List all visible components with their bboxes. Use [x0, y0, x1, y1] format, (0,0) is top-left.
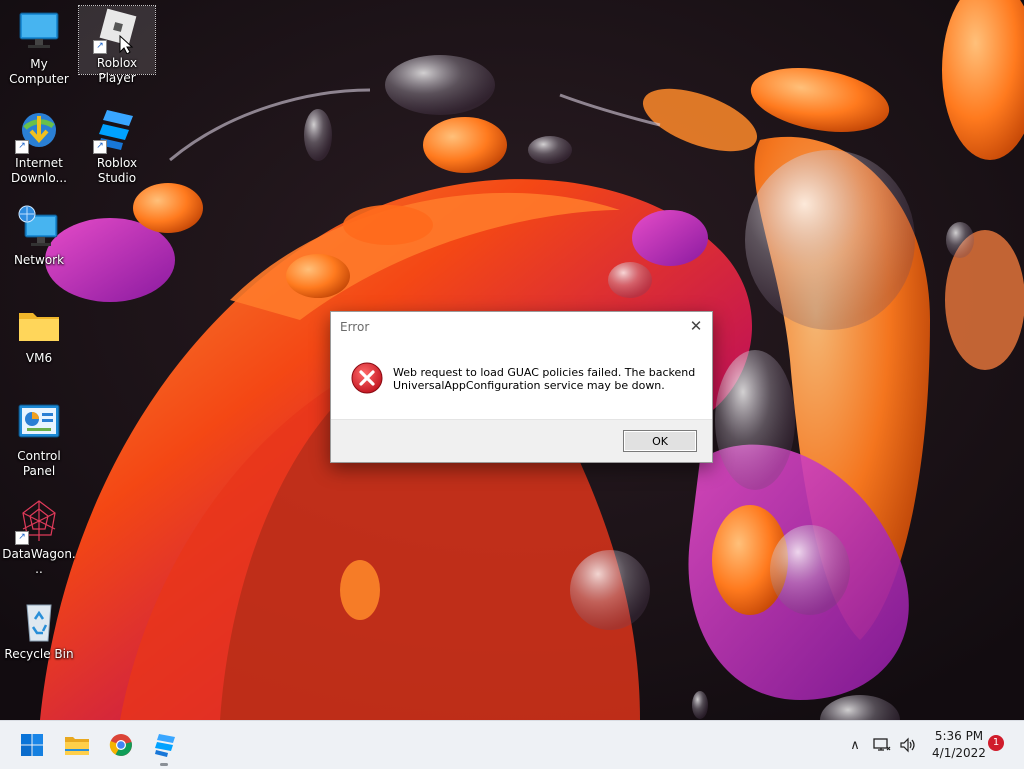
- network-tray-button[interactable]: [871, 721, 893, 769]
- dialog-title: Error: [340, 320, 370, 334]
- network-status-icon: [873, 738, 891, 751]
- desktop-icon-label: Internet Downlo...: [11, 156, 67, 185]
- dialog-message: Web request to load GUAC policies failed…: [393, 366, 696, 392]
- volume-icon: [900, 737, 915, 753]
- dialog-titlebar[interactable]: Error ✕: [331, 312, 712, 342]
- shortcut-arrow-icon: ↗: [15, 140, 29, 154]
- desktop-icon-datawagon[interactable]: ↗ DataWagon...: [1, 497, 77, 577]
- file-explorer-button[interactable]: [59, 727, 95, 763]
- desktop-icon-network[interactable]: Network: [1, 203, 77, 268]
- windows-start-icon: [21, 734, 43, 756]
- shortcut-arrow-icon: ↗: [15, 531, 29, 545]
- shortcut-arrow-icon: ↗: [93, 40, 107, 54]
- recycle-bin-icon: [15, 597, 63, 645]
- error-dialog: Error ✕ Web request to load GUAC policie…: [330, 311, 713, 463]
- dialog-body: Web request to load GUAC policies failed…: [331, 342, 712, 419]
- clock-time: 5:36 PM: [934, 729, 984, 743]
- desktop-icon-label: Roblox Studio: [96, 156, 138, 185]
- roblox-studio-icon: ↗: [93, 106, 141, 154]
- running-indicator: [160, 763, 168, 766]
- desktop-icon-label: VM6: [25, 351, 53, 365]
- desktop-icon-label: Roblox Player: [96, 56, 138, 85]
- network-icon: [15, 203, 63, 251]
- desktop-icon-label: My Computer: [9, 57, 69, 86]
- desktop-icon-label: DataWagon...: [2, 547, 76, 576]
- close-icon[interactable]: ✕: [680, 312, 712, 342]
- desktop-icon-label: Network: [13, 253, 65, 267]
- datawagon-icon: ↗: [15, 497, 63, 545]
- roblox-studio-taskbar-button[interactable]: [146, 727, 182, 766]
- clock-date: 4/1/2022: [932, 746, 986, 760]
- desktop-icon-internet-download-manager[interactable]: ↗ Internet Downlo...: [1, 106, 77, 186]
- chevron-up-icon: ∧: [850, 737, 860, 753]
- desktop-icon-roblox-player[interactable]: ↗ Roblox Player: [78, 5, 156, 85]
- show-hidden-icons-button[interactable]: ∧: [844, 721, 866, 769]
- desktop-icon-control-panel[interactable]: Control Panel: [1, 399, 77, 479]
- folder-icon: [15, 301, 63, 349]
- desktop-icon-roblox-studio[interactable]: ↗ Roblox Studio: [78, 106, 156, 186]
- shortcut-arrow-icon: ↗: [93, 140, 107, 154]
- roblox-studio-icon: [155, 734, 175, 757]
- internet-download-manager-icon: ↗: [15, 106, 63, 154]
- dialog-footer: OK: [331, 419, 712, 462]
- desktop-icon-label: Recycle Bin: [4, 647, 74, 661]
- clock[interactable]: 5:36 PM 4/1/2022: [926, 728, 992, 762]
- ok-button[interactable]: OK: [623, 430, 697, 452]
- computer-icon: [15, 7, 63, 55]
- desktop-icon-label: Control Panel: [17, 449, 61, 478]
- roblox-player-icon: ↗: [93, 6, 141, 55]
- desktop-icon-vm6-folder[interactable]: VM6: [1, 301, 77, 366]
- error-icon: [351, 362, 383, 394]
- start-button[interactable]: [14, 727, 50, 763]
- notification-badge[interactable]: 1: [988, 735, 1004, 751]
- taskbar: ∧ 5:36 PM 4/1/2022: [0, 720, 1024, 769]
- volume-tray-button[interactable]: [896, 721, 920, 769]
- control-panel-icon: [15, 399, 63, 447]
- desktop-icon-recycle-bin[interactable]: Recycle Bin: [1, 597, 77, 662]
- file-explorer-icon: [65, 737, 89, 755]
- desktop-icon-my-computer[interactable]: My Computer: [1, 7, 77, 87]
- chrome-icon: [109, 734, 132, 756]
- chrome-button[interactable]: [103, 727, 139, 763]
